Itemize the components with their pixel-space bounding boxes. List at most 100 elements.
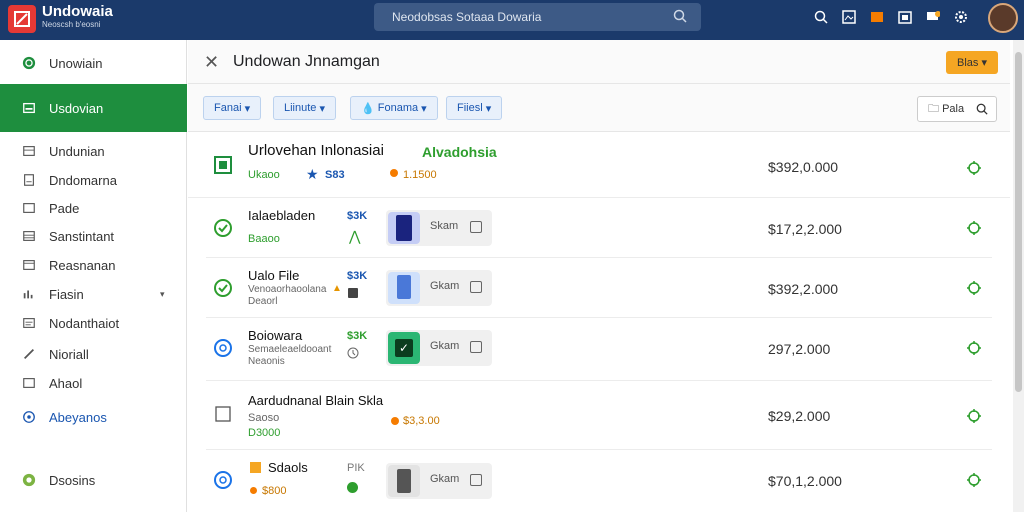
- sidebar-item-nodanthaiot[interactable]: Nodanthaiot: [0, 310, 187, 336]
- sidebar-item-sanstintant[interactable]: Sanstintant: [0, 223, 187, 249]
- chevron-down-icon[interactable]: ▾: [160, 289, 165, 300]
- archive-icon: [348, 288, 358, 298]
- target-icon[interactable]: [966, 408, 982, 424]
- chip-label: Fonama: [377, 102, 419, 114]
- check-box-icon: ✓: [388, 332, 420, 364]
- primary-dropdown-button[interactable]: Blas ▾: [946, 51, 998, 74]
- sidebar-item-dndomarna[interactable]: Dndomarna: [0, 167, 187, 193]
- target-icon[interactable]: [966, 160, 982, 176]
- settings-icon[interactable]: [954, 10, 968, 24]
- global-search-input[interactable]: Neodobsas Sotaaa Dowaria: [374, 3, 701, 31]
- leaf-icon: ⋀: [349, 228, 361, 244]
- notification-icon[interactable]: [870, 10, 884, 24]
- thumbnail-checkbox[interactable]: [470, 221, 482, 233]
- filter-icon: 🗀: [928, 102, 943, 115]
- filter-chip-fanai[interactable]: Fanai ▾: [203, 96, 262, 120]
- search-icon[interactable]: [814, 10, 828, 24]
- thumbnail-checkbox[interactable]: [470, 281, 482, 293]
- info-circle-icon[interactable]: [214, 339, 232, 357]
- list-item[interactable]: Ualo File Venoaorhaoolana Deaorl ▲ $3K G…: [206, 258, 992, 318]
- sidebar-item-ahaol[interactable]: Ahaol: [0, 370, 187, 396]
- app-title: Undowaia: [42, 3, 113, 20]
- filter-search-input[interactable]: 🗀 Pala: [917, 96, 997, 122]
- filter-chip-fiiesl[interactable]: Fiiesl ▾: [446, 96, 503, 120]
- checkbox-empty-icon[interactable]: [214, 405, 232, 423]
- calendar-icon[interactable]: [898, 10, 912, 24]
- target-icon[interactable]: [966, 220, 982, 236]
- sidebar-item-label: Dsosins: [49, 472, 96, 488]
- sidebar-item-label: Reasnanan: [49, 257, 116, 273]
- chip-label: Fanai: [214, 102, 242, 114]
- sidebar-item-label: Unowiain: [49, 55, 103, 71]
- image-icon[interactable]: [842, 10, 856, 24]
- filter-chip-fonama[interactable]: 💧 Fonama ▾: [350, 96, 438, 120]
- sidebar-item-abeyanos[interactable]: Abeyanos: [0, 404, 187, 430]
- target-icon[interactable]: [966, 472, 982, 488]
- list-item[interactable]: Aardudnanal Blain Skla Saoso D3000 $3,3.…: [206, 381, 992, 450]
- thumbnail-checkbox[interactable]: [470, 341, 482, 353]
- list-icon: [23, 146, 35, 156]
- sidebar-item-label: Usdovian: [49, 100, 104, 116]
- thumbnail-label: Gkam: [430, 340, 460, 352]
- sidebar-item-label: Ahaol: [49, 375, 83, 391]
- item-subtitle: Baaoo: [248, 233, 280, 245]
- thumbnail-card[interactable]: Gkam: [386, 270, 492, 306]
- target-icon[interactable]: [966, 340, 982, 356]
- page-title: Undowan Jnnamgan: [233, 53, 380, 70]
- item-subtitle: Venoaorhaoolana: [248, 284, 327, 295]
- item-title: Boiowara: [248, 328, 303, 343]
- item-price: $392,0.000: [768, 159, 839, 175]
- thumbnail-card[interactable]: ✓ Gkam: [386, 330, 492, 366]
- list-item[interactable]: Urlovehan Inlonasiai Alvadohsia Ukaoo ★ …: [188, 132, 1010, 198]
- star-icon: ★: [306, 166, 319, 182]
- item-subtitle-2: Neaonis: [248, 356, 285, 367]
- list-item[interactable]: Sdaols $800 PIK Gkam $70,1,2.000: [206, 450, 992, 512]
- scrollbar-thumb[interactable]: [1015, 52, 1022, 392]
- thumbnail-label: Gkam: [430, 280, 460, 292]
- thumbnail-card[interactable]: Gkam: [386, 463, 492, 499]
- target-icon[interactable]: [966, 280, 982, 296]
- thumbnail-card[interactable]: Skam: [386, 210, 492, 246]
- item-title: Ualo File: [248, 268, 300, 283]
- item-amount: $3,3.00: [403, 415, 440, 427]
- item-title-highlight: Alvadohsia: [422, 144, 497, 160]
- check-circle-icon[interactable]: [214, 219, 232, 237]
- filter-search-label: Pala: [942, 103, 965, 115]
- sidebar-item-fiasin[interactable]: Fiasin ▾: [0, 281, 187, 307]
- sidebar-item-reasnanan[interactable]: Reasnanan: [0, 252, 187, 278]
- chip-label: Fiiesl: [457, 102, 483, 114]
- checkbox-square-icon[interactable]: [214, 156, 232, 174]
- item-subtitle: Ukaoo: [248, 169, 280, 181]
- sidebar-item-pade[interactable]: Pade: [0, 195, 187, 221]
- sidebar-item-dsosins[interactable]: Dsosins: [0, 467, 187, 493]
- sidebar-item-unowiain[interactable]: Unowiain: [0, 50, 187, 76]
- list-item[interactable]: Boiowara Semaeleaeldooant Neaonis $3K ✓ …: [206, 318, 992, 381]
- page-icon: [23, 203, 35, 213]
- search-placeholder: Neodobsas Sotaaa Dowaria: [392, 10, 542, 24]
- check-circle-icon: [22, 56, 36, 70]
- app-logo-icon[interactable]: [8, 5, 36, 33]
- item-tag: PIK: [347, 462, 365, 474]
- sidebar-item-usdovian[interactable]: Usdovian: [0, 84, 187, 132]
- document-icon: [24, 174, 34, 186]
- user-avatar[interactable]: [988, 3, 1018, 33]
- check-circle-icon[interactable]: [214, 279, 232, 297]
- item-price: $17,2,2.000: [768, 221, 842, 237]
- panel-header: ✕ Undowan Jnnamgan Blas ▾: [188, 40, 1010, 84]
- sidebar-item-nioriall[interactable]: Nioriall: [0, 341, 187, 367]
- toolbar-icons: [814, 10, 968, 24]
- thumbnail-checkbox[interactable]: [470, 474, 482, 486]
- list-item[interactable]: Ialaebladen Baaoo $3K ⋀ Skam $17,2,2.000: [206, 198, 992, 258]
- item-title: Aardudnanal Blain Skla: [248, 393, 384, 408]
- scrollbar[interactable]: [1013, 40, 1024, 512]
- info-circle-icon[interactable]: [214, 471, 232, 489]
- chart-icon: [23, 290, 33, 299]
- item-subtitle: Semaeleaeldooant: [248, 344, 332, 355]
- phone-icon: [388, 212, 420, 244]
- messages-icon[interactable]: [926, 10, 941, 24]
- sidebar-item-undunian[interactable]: Undunian: [0, 138, 187, 164]
- close-icon[interactable]: ✕: [204, 52, 219, 73]
- search-icon[interactable]: [976, 103, 988, 115]
- search-icon[interactable]: [673, 9, 687, 26]
- filter-chip-liinute[interactable]: Liinute ▾: [273, 96, 336, 120]
